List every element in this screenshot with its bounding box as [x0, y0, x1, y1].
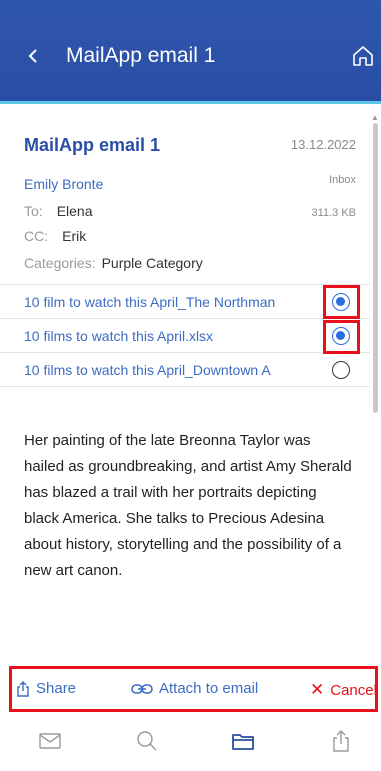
attachment-name[interactable]: 10 films to watch this April_Downtown A [24, 362, 322, 378]
highlight-box [323, 320, 360, 354]
chevron-left-icon[interactable] [24, 44, 44, 68]
search-icon[interactable] [134, 728, 160, 754]
home-icon[interactable] [351, 44, 375, 68]
attachment-name[interactable]: 10 films to watch this April.xlsx [24, 328, 322, 344]
cancel-button[interactable]: ✕ Cancel [310, 680, 377, 700]
action-bar: Share Attach to email ✕ Cancel [9, 666, 378, 712]
cc-row: CC: Erik [24, 228, 86, 244]
categories-value: Purple Category [101, 255, 203, 271]
to-value: Elena [56, 203, 93, 219]
categories-label: Categories: [24, 255, 96, 271]
to-label: To: [24, 203, 43, 219]
cc-value: Erik [62, 228, 87, 244]
email-header: MailApp email 1 13.12.2022 Emily Bronte … [0, 107, 370, 285]
bottom-tab-bar [0, 714, 381, 771]
folder-icon[interactable] [230, 728, 256, 754]
app-header: MailApp email 1 [0, 0, 381, 104]
share-label: Share [36, 680, 77, 697]
email-folder: Inbox [329, 174, 356, 186]
scroll-up-icon[interactable]: ▲ [371, 113, 379, 122]
attachment-radio[interactable] [332, 361, 350, 379]
highlight-box [323, 285, 360, 319]
attach-label: Attach to email [159, 680, 259, 697]
scrollbar[interactable] [373, 123, 378, 413]
email-size: 311.3 KB [311, 207, 356, 219]
email-body: Her painting of the late Breonna Taylor … [24, 432, 352, 579]
attach-to-email-button[interactable]: Attach to email [131, 680, 258, 697]
email-sender[interactable]: Emily Bronte [24, 176, 103, 192]
share-button[interactable]: Share [16, 680, 76, 697]
close-icon: ✕ [310, 680, 325, 699]
attachment-list: 10 film to watch this April_The Northman… [0, 285, 370, 387]
email-content: ▲ MailApp email 1 13.12.2022 Emily Bront… [0, 107, 381, 665]
cc-label: CC: [24, 228, 49, 244]
attachment-name[interactable]: 10 film to watch this April_The Northman [24, 294, 322, 310]
share-icon [17, 680, 29, 697]
email-subject: MailApp email 1 [24, 135, 161, 155]
cancel-label: Cancel [330, 681, 377, 699]
attachment-item[interactable]: 10 films to watch this April.xlsx [0, 319, 370, 353]
mail-icon[interactable] [37, 728, 63, 754]
attachment-item[interactable]: 10 film to watch this April_The Northman [0, 285, 370, 319]
header-title: MailApp email 1 [66, 44, 216, 67]
email-date: 13.12.2022 [290, 137, 356, 152]
share-icon[interactable] [328, 728, 354, 754]
categories-row: Categories: Purple Category [24, 255, 203, 271]
attachment-item[interactable]: 10 films to watch this April_Downtown A [0, 353, 370, 387]
link-icon [131, 683, 153, 694]
to-row: To: Elena [24, 203, 93, 219]
